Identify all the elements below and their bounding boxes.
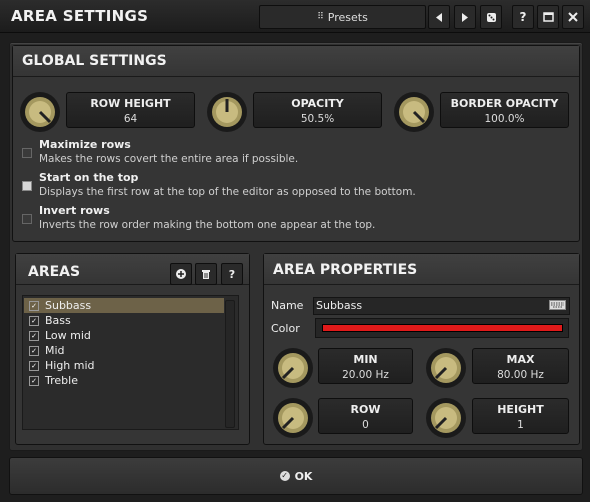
max-knob[interactable]	[425, 347, 467, 389]
global-settings-header: GLOBAL SETTINGS	[22, 53, 167, 69]
areas-header: AREAS	[28, 264, 81, 280]
area-item-high-mid[interactable]: ✓ High mid	[24, 358, 224, 373]
area-item-label: Treble	[45, 374, 78, 387]
opacity-value: 50.5%	[300, 113, 335, 125]
row-control[interactable]: ROW 0	[318, 398, 413, 434]
area-item-label: Mid	[45, 344, 65, 357]
next-preset-button[interactable]	[454, 5, 476, 29]
opacity-control[interactable]: OPACITY 50.5%	[253, 92, 382, 128]
height-label: HEIGHT	[497, 403, 544, 416]
random-button[interactable]	[480, 5, 502, 29]
min-label: MIN	[353, 353, 378, 366]
previous-preset-button[interactable]	[428, 5, 450, 29]
keyboard-icon[interactable]	[549, 300, 566, 310]
check-icon[interactable]: ✓	[29, 375, 39, 386]
areas-list: ✓ Subbass ✓ Bass ✓ Low mid ✓ Mid ✓ High mid ✓…	[22, 295, 239, 430]
invert-rows-desc: Inverts the row order making the bottom …	[39, 219, 376, 231]
name-value: Subbass	[316, 299, 363, 312]
max-control[interactable]: MAX 80.00 Hz	[472, 348, 569, 384]
ok-label: OK	[294, 469, 313, 483]
row-height-control[interactable]: ROW HEIGHT 64	[66, 92, 195, 128]
close-icon	[568, 12, 578, 22]
presets-label: Presets	[327, 10, 368, 24]
add-area-button[interactable]	[170, 263, 192, 285]
border-opacity-knob[interactable]	[393, 91, 435, 133]
height-control[interactable]: HEIGHT 1	[472, 398, 569, 434]
add-icon	[176, 269, 186, 279]
color-swatch	[322, 324, 563, 332]
row-knob[interactable]	[272, 397, 314, 439]
presets-button[interactable]: ⠿ Presets	[259, 5, 426, 29]
color-label: Color	[271, 322, 300, 335]
height-value: 1	[517, 419, 524, 431]
check-icon[interactable]: ✓	[29, 300, 39, 311]
maximize-rows-checkbox[interactable]	[22, 148, 32, 158]
maximize-icon	[542, 12, 554, 22]
start-on-top-title: Start on the top	[39, 171, 139, 184]
row-value: 0	[362, 419, 369, 431]
arrow-right-icon	[462, 12, 468, 22]
maximize-rows-desc: Makes the rows covert the entire area if…	[39, 153, 299, 165]
close-button[interactable]	[562, 5, 584, 29]
invert-rows-checkbox[interactable]	[22, 214, 32, 224]
maximize-rows-title: Maximize rows	[39, 138, 131, 151]
area-item-bass[interactable]: ✓ Bass	[24, 313, 224, 328]
name-field[interactable]: Subbass	[313, 297, 570, 315]
ok-button[interactable]: ✓ OK	[9, 457, 583, 495]
area-item-label: Low mid	[45, 329, 91, 342]
max-label: MAX	[506, 353, 535, 366]
window-title: AREA SETTINGS	[11, 7, 149, 25]
area-item-treble[interactable]: ✓ Treble	[24, 373, 224, 388]
border-opacity-value: 100.0%	[484, 113, 525, 125]
area-item-label: Bass	[45, 314, 71, 327]
opacity-knob[interactable]	[206, 91, 248, 133]
check-icon[interactable]: ✓	[29, 315, 39, 326]
help-button[interactable]: ?	[512, 5, 534, 29]
arrow-left-icon	[436, 12, 442, 22]
check-circle-icon: ✓	[279, 471, 290, 481]
area-item-label: Subbass	[45, 299, 92, 312]
dice-icon	[486, 12, 496, 22]
height-knob[interactable]	[425, 397, 467, 439]
row-height-label: ROW HEIGHT	[90, 97, 171, 110]
border-opacity-label: BORDER OPACITY	[450, 97, 559, 110]
min-value: 20.00 Hz	[342, 369, 389, 381]
areas-scrollbar[interactable]	[225, 300, 235, 428]
grid-icon: ⠿	[317, 12, 324, 22]
invert-rows-title: Invert rows	[39, 204, 110, 217]
trash-icon	[202, 269, 210, 279]
row-height-value: 64	[123, 113, 138, 125]
maximize-button[interactable]	[537, 5, 559, 29]
delete-area-button[interactable]	[195, 263, 217, 285]
min-knob[interactable]	[272, 347, 314, 389]
min-control[interactable]: MIN 20.00 Hz	[318, 348, 413, 384]
area-item-mid[interactable]: ✓ Mid	[24, 343, 224, 358]
question-icon: ?	[228, 267, 236, 281]
row-label: ROW	[350, 403, 381, 416]
max-value: 80.00 Hz	[497, 369, 544, 381]
area-item-low-mid[interactable]: ✓ Low mid	[24, 328, 224, 343]
area-item-subbass[interactable]: ✓ Subbass	[24, 298, 224, 313]
title-bar: AREA SETTINGS ⠿ Presets ?	[0, 0, 590, 33]
check-icon[interactable]: ✓	[29, 360, 39, 371]
check-icon[interactable]: ✓	[29, 330, 39, 341]
border-opacity-control[interactable]: BORDER OPACITY 100.0%	[440, 92, 569, 128]
areas-help-button[interactable]: ?	[221, 263, 243, 285]
area-item-label: High mid	[45, 359, 95, 372]
start-on-top-checkbox[interactable]	[22, 181, 32, 191]
row-height-knob[interactable]	[19, 91, 61, 133]
area-properties-header: AREA PROPERTIES	[273, 262, 418, 278]
question-icon: ?	[519, 10, 527, 24]
name-label: Name	[271, 299, 304, 312]
start-on-top-desc: Displays the first row at the top of the…	[39, 186, 416, 198]
opacity-label: OPACITY	[291, 97, 344, 110]
check-icon[interactable]: ✓	[29, 345, 39, 356]
